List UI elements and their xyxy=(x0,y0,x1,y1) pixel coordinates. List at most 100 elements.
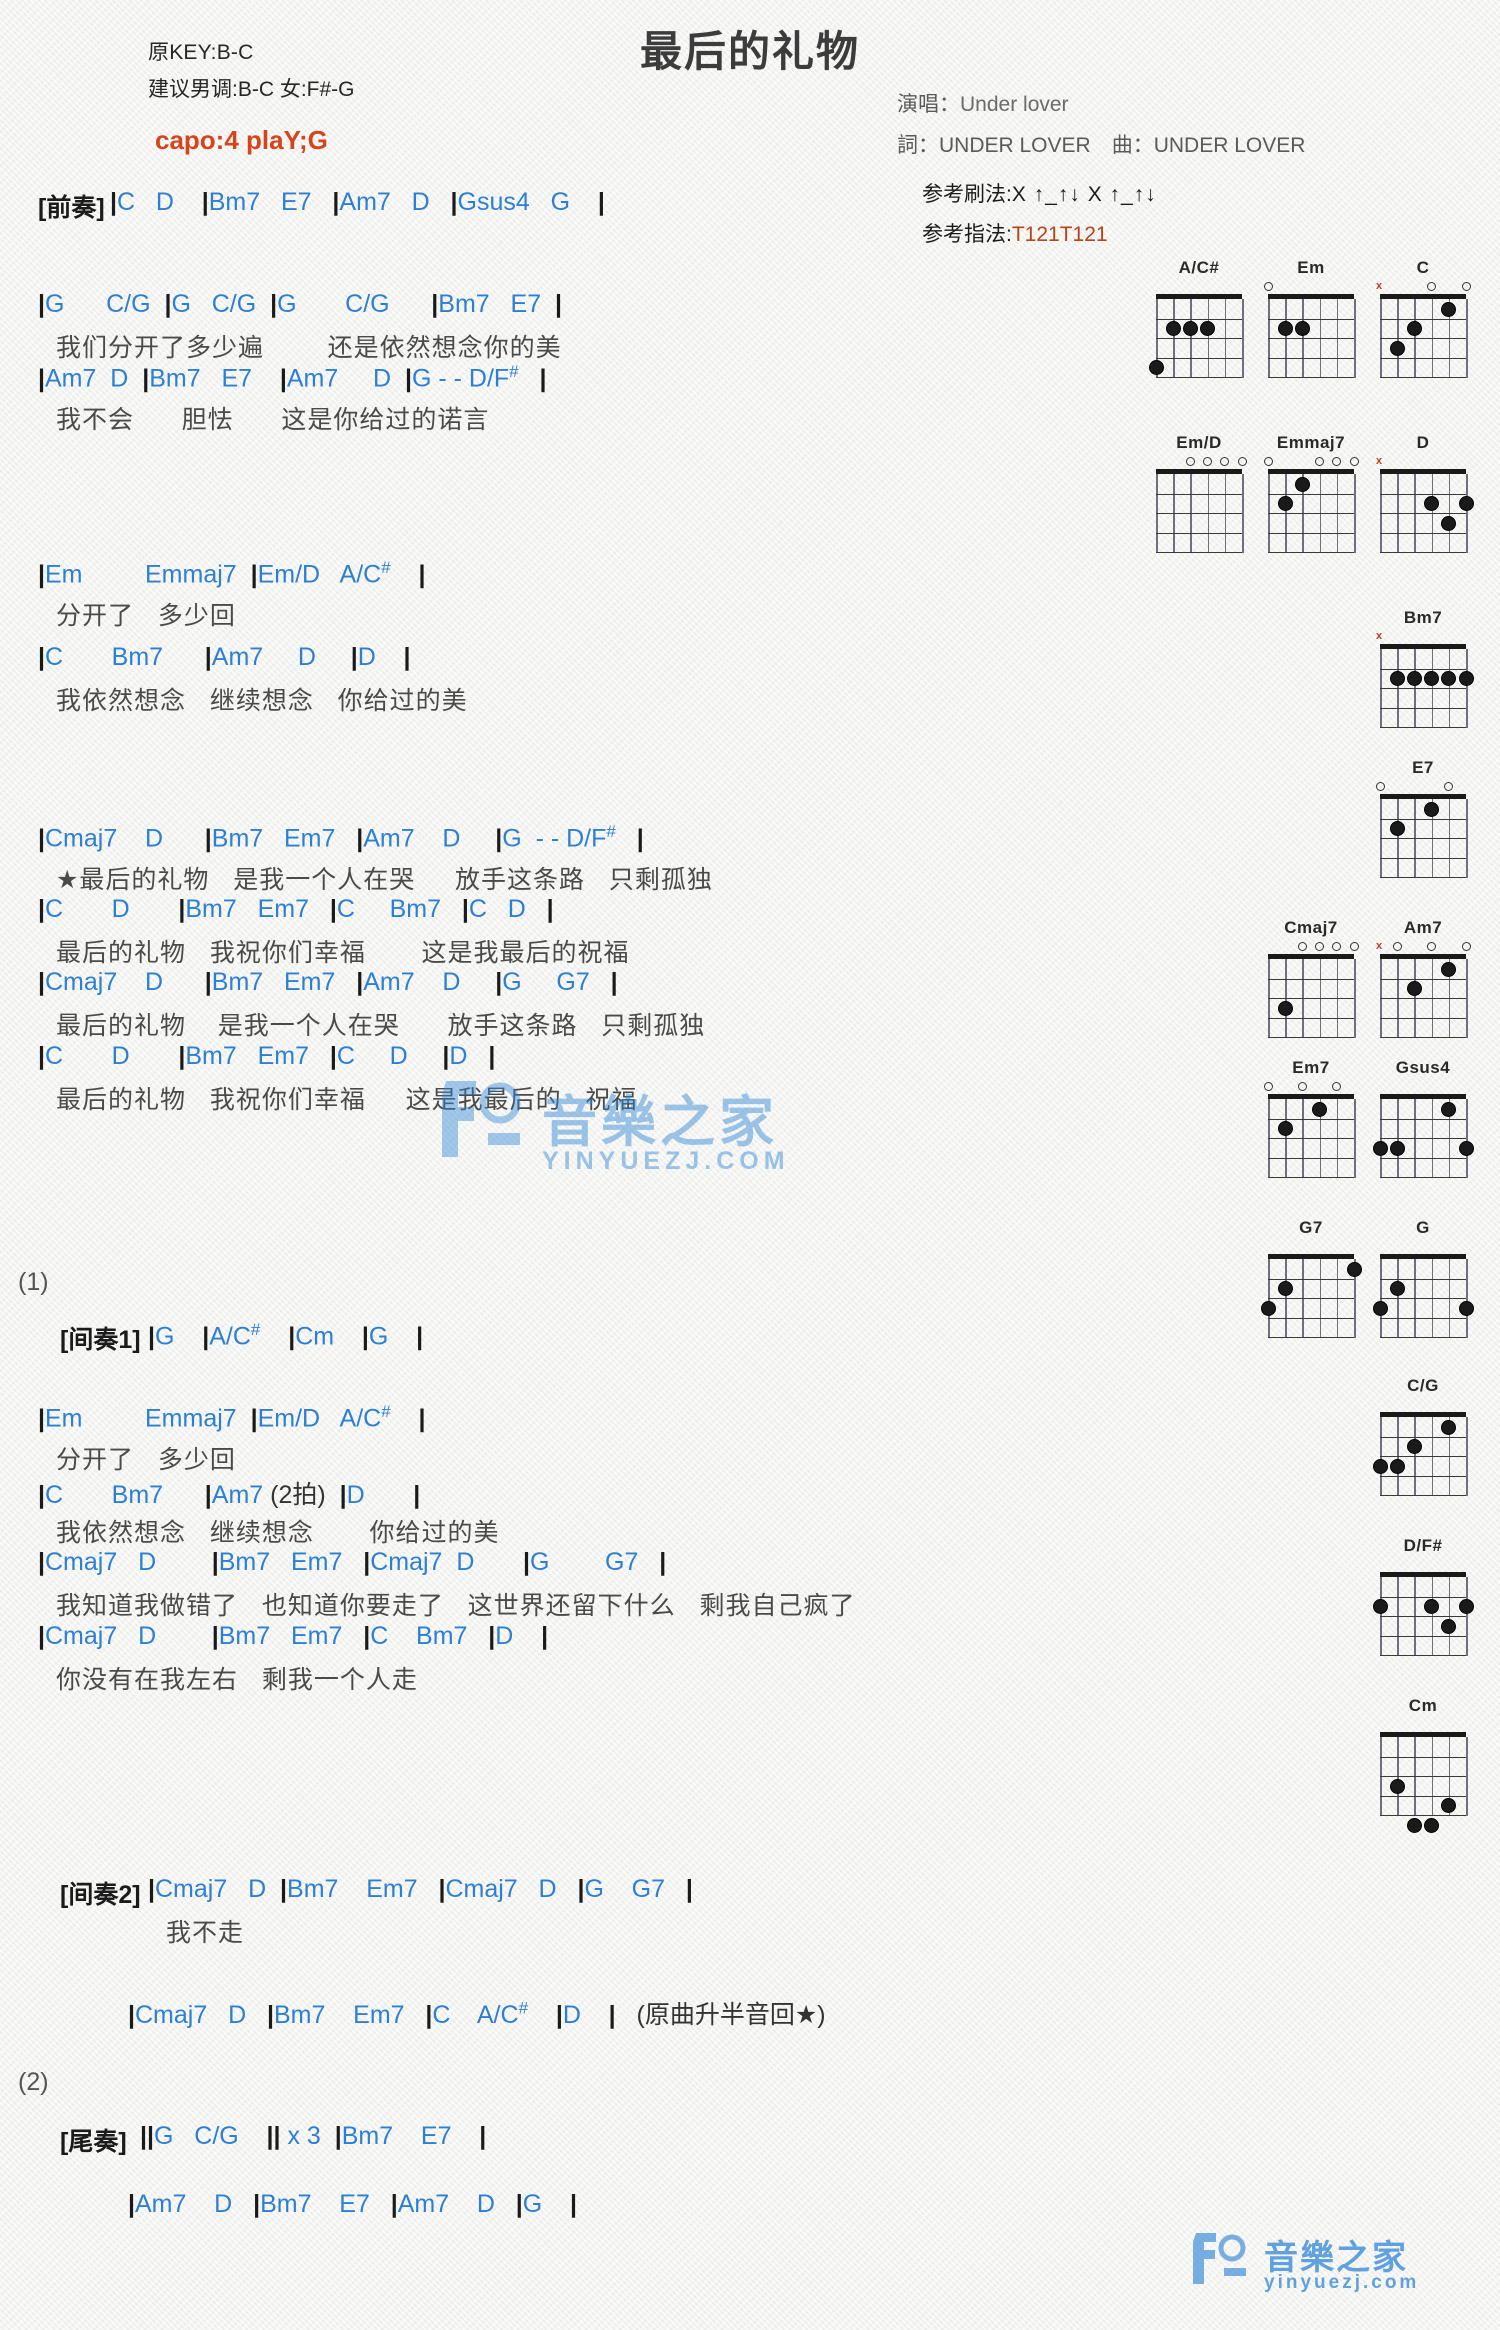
open-string-marker xyxy=(1315,457,1325,466)
string-line xyxy=(1466,1259,1468,1338)
open-string-marker xyxy=(1263,282,1273,291)
finger-line: 参考指法:T121T121 xyxy=(922,218,1422,248)
chord-diagram-name: E7 xyxy=(1412,758,1434,777)
fretboard-grid xyxy=(1372,1572,1474,1657)
fret-line xyxy=(1380,338,1466,340)
chord-diagram-name: Em/D xyxy=(1176,433,1222,452)
singer-line: 演唱：Under lover xyxy=(897,88,1417,118)
string-line xyxy=(1466,799,1468,878)
chord-diagram-name: Gsus4 xyxy=(1395,1058,1451,1077)
nut xyxy=(1380,1254,1466,1259)
finger-dot xyxy=(1389,671,1405,686)
lyric-line: 我不会 胆怯 这是你给过的诺言 xyxy=(56,406,490,434)
nut xyxy=(1268,469,1354,474)
open-string-row xyxy=(1263,455,1359,469)
chord-diagram: Cm xyxy=(1380,1696,1468,1833)
finger-dot xyxy=(1441,1101,1457,1117)
watermark-corner-subtext: yinyuezj.com xyxy=(1264,2272,1420,2293)
finger-dot xyxy=(1148,360,1164,375)
lyric-line: 分开了 多少回 xyxy=(56,602,236,630)
finger-dot xyxy=(1406,321,1422,336)
lyric-line: 最后的礼物 我祝你们幸福 这是我最后的祝福 xyxy=(56,939,630,967)
credits-block: 演唱：Under lover 詞：UNDER LOVER 曲：UNDER LOV… xyxy=(897,88,1417,170)
open-string-marker xyxy=(1332,457,1342,466)
chord-diagram-name: D xyxy=(1416,433,1430,452)
strum-pattern: X ↑_↑↓ X ↑_↑↓ xyxy=(1011,183,1157,206)
lyric-line: ★最后的礼物 是我一个人在哭 放手这条路 只剩孤独 xyxy=(56,866,713,894)
nut xyxy=(1380,954,1466,959)
open-string-marker xyxy=(1332,1082,1342,1091)
watermark-corner-logo-icon xyxy=(1193,2233,1246,2284)
fretboard-grid xyxy=(1268,954,1356,1039)
chord-line: |C Bm7 |Am7 D |D | xyxy=(38,643,411,671)
open-string-marker xyxy=(1237,457,1247,466)
finger-dot xyxy=(1458,1140,1474,1156)
open-string-marker xyxy=(1220,457,1230,466)
credits-line: 詞：UNDER LOVER 曲：UNDER LOVER xyxy=(897,134,1306,157)
fretboard-grid xyxy=(1372,1094,1474,1179)
finger-dot xyxy=(1441,1419,1457,1435)
chord-diagram: E7 xyxy=(1375,758,1468,879)
chord-diagram-name: Cm xyxy=(1408,1696,1438,1715)
string-line xyxy=(1466,1417,1468,1496)
finger-dot xyxy=(1424,496,1440,511)
lyric-line: 我们分开了多少遍 还是依然想念你的美 xyxy=(56,334,562,362)
finger-dot xyxy=(1424,671,1440,686)
fretboard-grid xyxy=(1380,1732,1468,1833)
watermark-corner: 音樂之家 yinyuezj.com xyxy=(1184,2228,1474,2306)
open-string-row xyxy=(1380,1240,1466,1254)
fret-line xyxy=(1380,1337,1466,1339)
open-string-row xyxy=(1263,280,1354,294)
chord-diagram: A/C# xyxy=(1148,258,1244,379)
chord-diagram: Gsus4 xyxy=(1372,1058,1474,1179)
chord-line: |Am7 D |Bm7 E7 |Am7 D |G - - D/F# | xyxy=(38,362,547,393)
fret-line xyxy=(1380,877,1466,879)
chord-diagram-name: G7 xyxy=(1299,1218,1323,1237)
fret-line xyxy=(1380,1436,1466,1438)
open-string-marker xyxy=(1461,282,1471,291)
finger-dot xyxy=(1406,1817,1422,1833)
fret-line xyxy=(1380,1298,1466,1300)
fret-line xyxy=(1380,998,1466,1000)
fret-line xyxy=(1380,857,1466,859)
section-tag: [间奏2] xyxy=(60,1881,141,1909)
chord-line: |C D |Bm7 Em7 |C Bm7 |C D | xyxy=(38,895,554,923)
finger-dot xyxy=(1458,1599,1474,1614)
fretboard-grid xyxy=(1380,294,1468,379)
finger-dot xyxy=(1372,1599,1388,1614)
fret-line xyxy=(1380,1317,1466,1319)
chord-diagram-name: Em xyxy=(1297,258,1325,277)
open-string-row xyxy=(1380,1398,1466,1412)
fret-line xyxy=(1268,1317,1354,1319)
fret-line xyxy=(1380,1278,1466,1280)
string-line xyxy=(1466,299,1468,378)
string-line xyxy=(1466,474,1468,553)
fret-line xyxy=(1380,707,1466,709)
nut xyxy=(1380,1412,1466,1417)
chord-line: |Cmaj7 D |Bm7 Em7 |C A/C# |D | (原曲升半音回★) xyxy=(128,1998,826,2029)
fret-line xyxy=(1380,1037,1466,1039)
fret-line xyxy=(1268,493,1354,495)
nut xyxy=(1380,1732,1466,1737)
open-string-marker xyxy=(1332,942,1342,951)
chord-line: |Am7 D |Bm7 E7 |Am7 D |G | xyxy=(128,2190,578,2218)
finger-dot xyxy=(1389,340,1405,356)
fretboard-grid xyxy=(1148,294,1244,379)
finger-dot xyxy=(1441,1618,1457,1634)
fret-line xyxy=(1380,357,1466,359)
fret-line xyxy=(1380,1456,1466,1458)
nut xyxy=(1380,1094,1466,1099)
fret-line xyxy=(1156,493,1242,495)
strum-line: 参考刷法:X ↑_↑↓ X ↑_↑↓ xyxy=(922,178,1422,208)
finger-dot xyxy=(1441,1798,1457,1813)
finger-dot xyxy=(1372,1458,1388,1474)
open-string-marker xyxy=(1315,942,1325,951)
fretboard-grid xyxy=(1380,954,1468,1039)
fret-line xyxy=(1380,1017,1466,1019)
chord-diagram-name: Cmaj7 xyxy=(1284,918,1338,937)
finger-dot xyxy=(1424,1599,1440,1614)
finger-dot xyxy=(1346,1261,1362,1277)
fretboard-grid xyxy=(1380,644,1474,729)
chord-diagram: Dx xyxy=(1376,433,1474,554)
chord-sheet: 原KEY:B-C 建议男调:B-C 女:F#-G capo:4 plaY;G 最… xyxy=(0,0,1500,2330)
